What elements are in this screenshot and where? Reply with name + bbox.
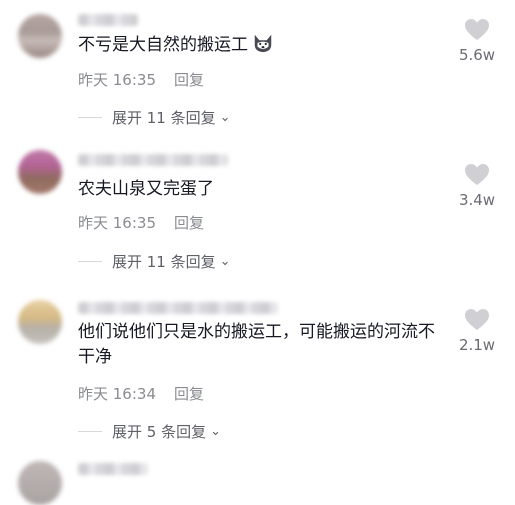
expand-replies-button[interactable]: 展开 11 条回复 ⌄	[78, 251, 231, 272]
chevron-down-icon: ⌄	[219, 110, 231, 125]
expand-replies-label: 展开 11 条回复	[112, 253, 216, 271]
comment-item-2: 农夫山泉又完蛋了 昨天 16:35 回复 展开 11 条回复 ⌄ 3.4w	[0, 140, 515, 290]
avatar[interactable]	[18, 300, 62, 344]
husky-emoji-icon	[254, 34, 272, 53]
comment-text: 他们说他们只是水的搬运工，可能搬运的河流不干净	[78, 320, 448, 370]
username-blurred[interactable]	[78, 302, 278, 314]
username-blurred[interactable]	[78, 14, 138, 26]
heart-icon	[465, 19, 489, 40]
comment-time: 昨天 16:35	[78, 214, 156, 232]
comment-item-3: 他们说他们只是水的搬运工，可能搬运的河流不干净 昨天 16:34 回复 展开 5 …	[0, 290, 515, 455]
avatar[interactable]	[18, 14, 62, 58]
reply-button[interactable]: 回复	[174, 214, 204, 232]
expand-replies-label: 展开 11 条回复	[112, 109, 216, 127]
heart-icon	[465, 164, 489, 185]
like-button[interactable]: 5.6w	[455, 18, 499, 64]
comment-item-4-partial	[0, 455, 515, 505]
heart-icon	[465, 309, 489, 330]
chevron-down-icon: ⌄	[219, 254, 231, 269]
like-button[interactable]: 3.4w	[455, 163, 499, 209]
comment-text-content: 农夫山泉又完蛋了	[78, 179, 214, 199]
divider-line	[78, 431, 102, 432]
username-blurred[interactable]	[78, 154, 228, 166]
like-count: 5.6w	[458, 46, 496, 64]
divider-line	[78, 117, 102, 118]
comment-time: 昨天 16:35	[78, 71, 156, 89]
like-button[interactable]: 2.1w	[455, 308, 499, 354]
reply-button[interactable]: 回复	[174, 71, 204, 89]
comment-meta: 昨天 16:35 回复	[78, 69, 204, 90]
username-blurred[interactable]	[78, 463, 148, 475]
comment-item-1: 不亏是大自然的搬运工 昨天 16:35 回复 展开 11 条回复 ⌄ 5.6w	[0, 0, 515, 140]
comment-text: 不亏是大自然的搬运工	[78, 32, 448, 58]
expand-replies-button[interactable]: 展开 11 条回复 ⌄	[78, 107, 231, 128]
comment-text: 农夫山泉又完蛋了	[78, 177, 448, 202]
comment-text-content: 不亏是大自然的搬运工	[78, 35, 248, 55]
avatar[interactable]	[18, 461, 62, 505]
comment-meta: 昨天 16:34 回复	[78, 383, 204, 404]
expand-replies-label: 展开 5 条回复	[112, 423, 207, 441]
expand-replies-button[interactable]: 展开 5 条回复 ⌄	[78, 421, 221, 442]
comment-meta: 昨天 16:35 回复	[78, 212, 204, 233]
like-count: 3.4w	[458, 191, 496, 209]
divider-line	[78, 261, 102, 262]
comment-time: 昨天 16:34	[78, 385, 156, 403]
like-count: 2.1w	[458, 336, 496, 354]
comment-text-content: 他们说他们只是水的搬运工，可能搬运的河流不干净	[78, 322, 435, 367]
reply-button[interactable]: 回复	[174, 385, 204, 403]
avatar[interactable]	[18, 150, 62, 194]
chevron-down-icon: ⌄	[210, 424, 221, 439]
